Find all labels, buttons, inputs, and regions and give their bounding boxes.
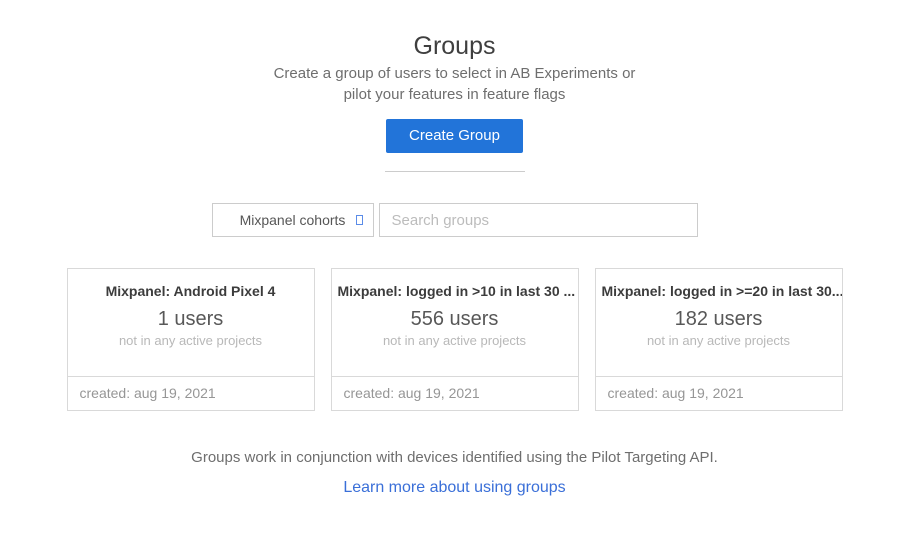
group-card[interactable]: Mixpanel: Android Pixel 4 1 users not in…	[67, 268, 315, 411]
header-divider	[385, 171, 525, 172]
group-card-user-count: 556 users	[332, 307, 578, 331]
group-card-body: Mixpanel: logged in >10 in last 30 ... 5…	[332, 269, 578, 376]
filter-row: Mixpanel cohorts	[0, 203, 909, 237]
page-header: Groups Create a group of users to select…	[0, 0, 909, 172]
search-groups-input[interactable]	[379, 203, 698, 237]
group-card-title: Mixpanel: Android Pixel 4	[68, 282, 314, 300]
create-group-button-wrap: Create Group	[0, 119, 909, 153]
learn-more-link[interactable]: Learn more about using groups	[343, 479, 565, 497]
dropdown-indicator-icon	[356, 215, 363, 225]
create-group-button[interactable]: Create Group	[386, 119, 523, 153]
group-card-body: Mixpanel: Android Pixel 4 1 users not in…	[68, 269, 314, 376]
group-card-status: not in any active projects	[332, 332, 578, 349]
group-card[interactable]: Mixpanel: logged in >=20 in last 30... 1…	[595, 268, 843, 411]
group-card-title: Mixpanel: logged in >=20 in last 30...	[596, 282, 842, 300]
footer-note: Groups work in conjunction with devices …	[0, 450, 909, 466]
group-card-status: not in any active projects	[596, 332, 842, 349]
page-title: Groups	[0, 30, 909, 63]
group-card-user-count: 1 users	[68, 307, 314, 331]
group-cards-row: Mixpanel: Android Pixel 4 1 users not in…	[0, 268, 909, 411]
cohort-source-dropdown-label: Mixpanel cohorts	[240, 212, 346, 228]
groups-page: Groups Create a group of users to select…	[0, 0, 909, 558]
group-card-created: created: aug 19, 2021	[68, 376, 314, 410]
group-card-created: created: aug 19, 2021	[332, 376, 578, 410]
group-card-body: Mixpanel: logged in >=20 in last 30... 1…	[596, 269, 842, 376]
group-card-title: Mixpanel: logged in >10 in last 30 ...	[332, 282, 578, 300]
page-subtitle: Create a group of users to select in AB …	[0, 63, 909, 105]
group-card-status: not in any active projects	[68, 332, 314, 349]
group-card[interactable]: Mixpanel: logged in >10 in last 30 ... 5…	[331, 268, 579, 411]
cohort-source-dropdown[interactable]: Mixpanel cohorts	[212, 203, 374, 237]
group-card-user-count: 182 users	[596, 307, 842, 331]
page-subtitle-line2: pilot your features in feature flags	[0, 84, 909, 105]
page-subtitle-line1: Create a group of users to select in AB …	[0, 63, 909, 84]
group-card-created: created: aug 19, 2021	[596, 376, 842, 410]
